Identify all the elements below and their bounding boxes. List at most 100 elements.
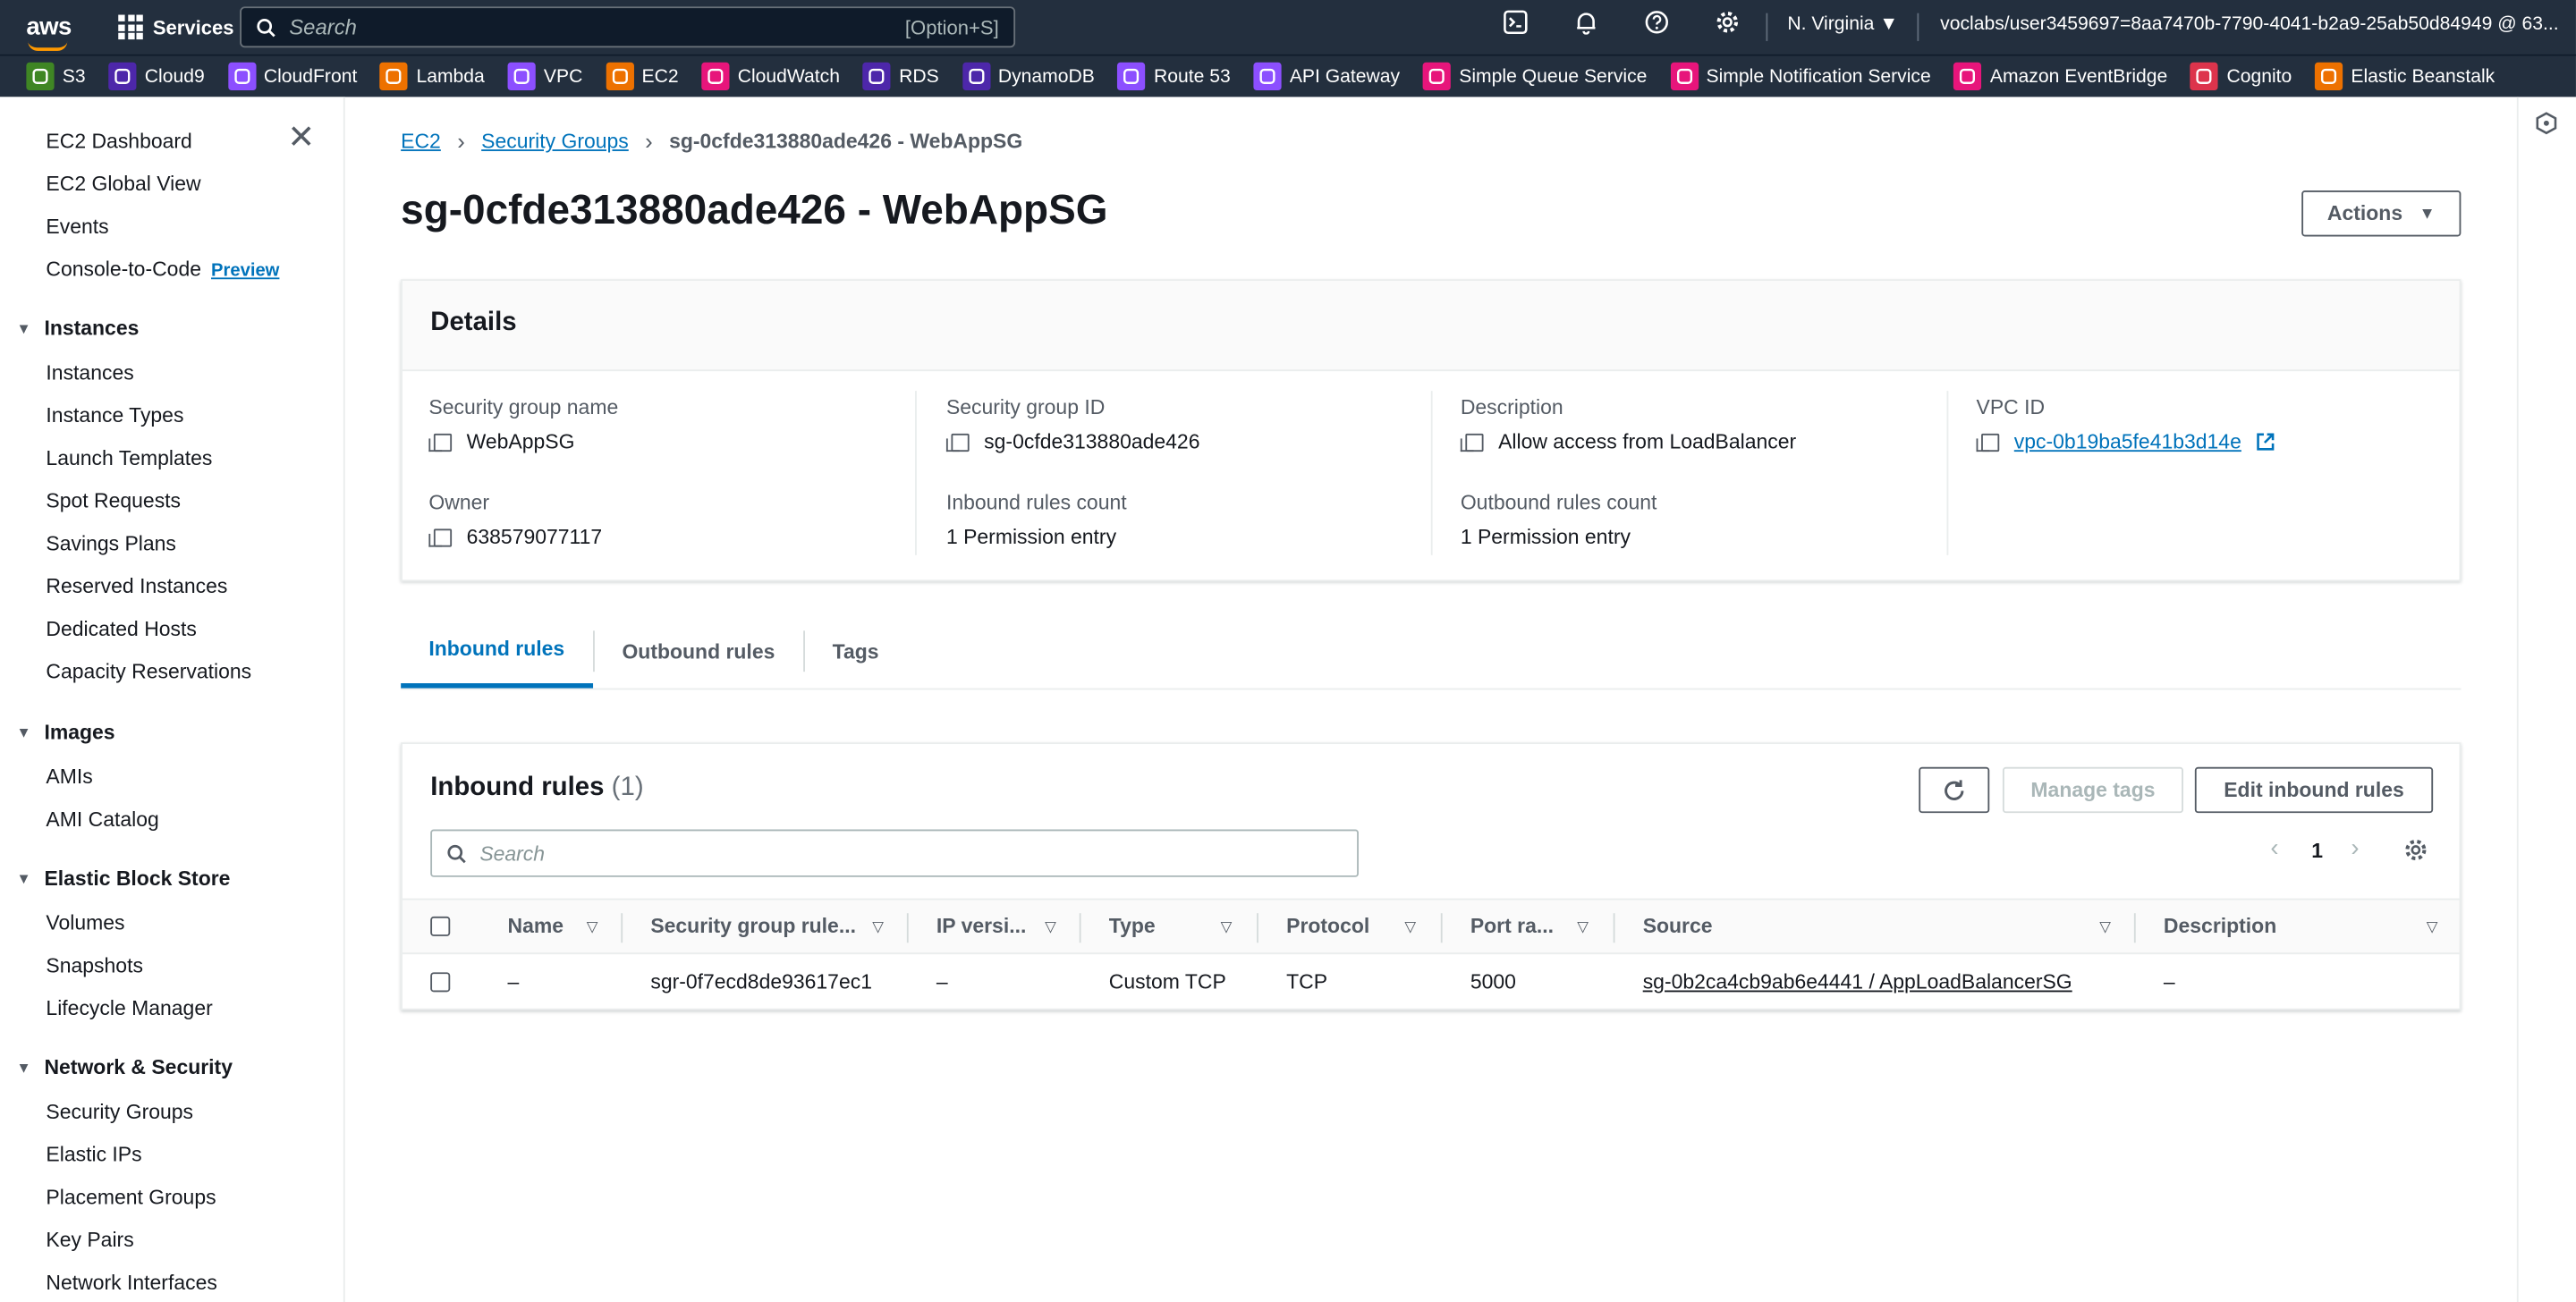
- sidebar-section-instances[interactable]: ▼ Instances: [16, 317, 139, 340]
- sort-icon[interactable]: ▽: [872, 918, 884, 936]
- favorite-route-53[interactable]: Route 53: [1117, 62, 1231, 91]
- tab-outbound-rules[interactable]: Outbound rules: [594, 614, 802, 689]
- sidebar-item-console-to-code[interactable]: Console-to-Code Preview: [46, 258, 279, 281]
- gear-icon[interactable]: [1710, 10, 1745, 45]
- copy-icon[interactable]: [428, 528, 453, 546]
- column-header-description[interactable]: Description: [2164, 915, 2276, 938]
- tab-inbound-rules[interactable]: Inbound rules: [401, 614, 593, 689]
- copy-icon[interactable]: [428, 432, 453, 452]
- favorite-vpc[interactable]: VPC: [507, 62, 582, 91]
- aws-logo[interactable]: aws: [0, 13, 98, 51]
- column-header-rule-id[interactable]: Security group rule...: [650, 915, 856, 938]
- sidebar-item-security-groups[interactable]: Security Groups: [46, 1101, 193, 1124]
- row-checkbox[interactable]: [430, 972, 451, 993]
- select-all-checkbox[interactable]: [430, 916, 451, 936]
- favorite-api-gateway[interactable]: API Gateway: [1253, 62, 1400, 91]
- favorite-dynamodb[interactable]: DynamoDB: [962, 62, 1095, 91]
- favorite-elastic-beanstalk[interactable]: Elastic Beanstalk: [2314, 62, 2495, 91]
- sort-icon[interactable]: ▽: [1221, 918, 1233, 936]
- account-menu[interactable]: voclabs/user3459697=8aa7470b-7790-4041-b…: [1940, 15, 2558, 35]
- column-resizer[interactable]: [906, 913, 909, 943]
- sort-icon[interactable]: ▽: [1404, 918, 1416, 936]
- sidebar-item-launch-templates[interactable]: Launch Templates: [46, 447, 212, 470]
- favorite-s3[interactable]: S3: [26, 62, 86, 91]
- favorite-amazon-eventbridge[interactable]: Amazon EventBridge: [1953, 62, 2167, 91]
- info-panel-icon[interactable]: [2535, 112, 2561, 138]
- copy-icon[interactable]: [1460, 432, 1484, 452]
- sidebar-item-events[interactable]: Events: [46, 216, 108, 239]
- copy-icon[interactable]: [945, 432, 970, 452]
- column-resizer[interactable]: [1440, 913, 1443, 943]
- column-resizer[interactable]: [621, 913, 623, 943]
- sidebar-item-network-interfaces[interactable]: Network Interfaces: [46, 1272, 216, 1295]
- sidebar-section-images[interactable]: ▼ Images: [16, 721, 114, 744]
- help-icon[interactable]: [1640, 10, 1674, 45]
- sidebar-item-ec2-global-view[interactable]: EC2 Global View: [46, 173, 200, 196]
- column-header-protocol[interactable]: Protocol: [1286, 915, 1369, 938]
- chevron-right-icon[interactable]: ›: [2351, 834, 2359, 862]
- sidebar-item-capacity-reservations[interactable]: Capacity Reservations: [46, 660, 251, 683]
- column-header-ip-version[interactable]: IP versi...: [936, 915, 1026, 938]
- actions-button[interactable]: Actions ▼: [2301, 190, 2462, 237]
- favorite-simple-queue-service[interactable]: Simple Queue Service: [1422, 62, 1647, 91]
- sidebar-item-ami-catalog[interactable]: AMI Catalog: [46, 808, 158, 832]
- favorite-ec2[interactable]: EC2: [606, 62, 679, 91]
- sidebar-item-snapshots[interactable]: Snapshots: [46, 954, 143, 977]
- favorite-rds[interactable]: RDS: [862, 62, 939, 91]
- close-icon[interactable]: ✕: [287, 122, 315, 155]
- favorite-simple-notification-service[interactable]: Simple Notification Service: [1670, 62, 1931, 91]
- sidebar-item-key-pairs[interactable]: Key Pairs: [46, 1229, 133, 1252]
- sidebar-item-spot-requests[interactable]: Spot Requests: [46, 489, 181, 512]
- sort-icon[interactable]: ▽: [1045, 918, 1056, 936]
- column-resizer[interactable]: [2133, 913, 2136, 943]
- sort-icon[interactable]: ▽: [2099, 918, 2111, 936]
- region-selector[interactable]: N. Virginia ▼: [1787, 15, 1898, 35]
- refresh-button[interactable]: [1919, 766, 1990, 814]
- sidebar-item-lifecycle-manager[interactable]: Lifecycle Manager: [46, 997, 212, 1020]
- sidebar-item-dedicated-hosts[interactable]: Dedicated Hosts: [46, 618, 196, 641]
- rules-search-input[interactable]: Search: [430, 829, 1359, 877]
- services-menu-button[interactable]: Services: [118, 14, 234, 40]
- breadcrumb-security-groups[interactable]: Security Groups: [481, 130, 629, 153]
- chevron-left-icon[interactable]: ‹: [2270, 834, 2278, 862]
- sidebar-item-savings-plans[interactable]: Savings Plans: [46, 532, 176, 555]
- sidebar-item-instance-types[interactable]: Instance Types: [46, 404, 183, 427]
- favorite-cognito[interactable]: Cognito: [2190, 62, 2292, 91]
- column-header-source[interactable]: Source: [1643, 915, 1713, 938]
- page-number[interactable]: 1: [2311, 840, 2323, 863]
- column-header-name[interactable]: Name: [508, 915, 564, 938]
- tab-tags[interactable]: Tags: [804, 614, 906, 689]
- settings-gear-icon[interactable]: [2403, 838, 2428, 867]
- favorite-cloudfront[interactable]: CloudFront: [227, 62, 357, 91]
- copy-icon[interactable]: [1976, 432, 2000, 452]
- edit-inbound-rules-button[interactable]: Edit inbound rules: [2194, 766, 2434, 814]
- sidebar-item-instances[interactable]: Instances: [46, 361, 133, 385]
- external-link-icon[interactable]: [2256, 432, 2275, 452]
- column-header-port-range[interactable]: Port ra...: [1470, 915, 1554, 938]
- vpc-id-link[interactable]: vpc-0b19ba5fe41b3d14e: [2014, 430, 2241, 453]
- sidebar-item-reserved-instances[interactable]: Reserved Instances: [46, 575, 227, 598]
- favorite-lambda[interactable]: Lambda: [380, 62, 485, 91]
- sidebar-item-placement-groups[interactable]: Placement Groups: [46, 1186, 216, 1209]
- breadcrumb-ec2[interactable]: EC2: [401, 130, 441, 153]
- global-search-input[interactable]: Search [Option+S]: [240, 6, 1016, 48]
- sidebar-item-ec2-dashboard[interactable]: EC2 Dashboard: [46, 130, 191, 153]
- column-resizer[interactable]: [1257, 913, 1258, 943]
- column-header-type[interactable]: Type: [1109, 915, 1156, 938]
- sidebar-section-network-security[interactable]: ▼ Network & Security: [16, 1056, 233, 1079]
- cloudshell-icon[interactable]: [1498, 10, 1533, 45]
- bell-icon[interactable]: [1569, 10, 1604, 45]
- sidebar-item-volumes[interactable]: Volumes: [46, 911, 124, 934]
- favorite-cloudwatch[interactable]: CloudWatch: [701, 62, 840, 91]
- manage-tags-button[interactable]: Manage tags: [2002, 766, 2183, 814]
- column-resizer[interactable]: [1613, 913, 1615, 943]
- sort-icon[interactable]: ▽: [587, 918, 598, 936]
- sidebar-item-elastic-ips[interactable]: Elastic IPs: [46, 1143, 141, 1166]
- sort-icon[interactable]: ▽: [1577, 918, 1589, 936]
- column-resizer[interactable]: [1079, 913, 1081, 943]
- sidebar-section-elastic-block-store[interactable]: ▼ Elastic Block Store: [16, 867, 230, 891]
- sidebar-item-amis[interactable]: AMIs: [46, 765, 92, 789]
- sort-icon[interactable]: ▽: [2427, 918, 2438, 936]
- favorite-cloud9[interactable]: Cloud9: [108, 62, 205, 91]
- preview-badge[interactable]: Preview: [211, 261, 279, 281]
